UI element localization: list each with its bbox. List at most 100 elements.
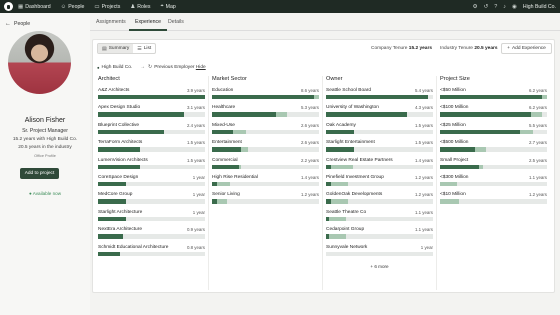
- experience-row[interactable]: LumenVision Architects 1.5 years: [98, 158, 205, 175]
- row-value: 2.7 years: [528, 140, 547, 146]
- experience-row[interactable]: Senior Living 1.2 years: [212, 192, 319, 209]
- row-label: University of Washington: [326, 105, 379, 111]
- row-label: Small Project: [440, 157, 469, 163]
- experience-row[interactable]: CoreSpace Design 1 year: [98, 175, 205, 192]
- column-heading: Owner: [326, 76, 343, 82]
- row-label: Senior Living: [212, 192, 240, 198]
- row-label: Apex Design Studio: [98, 105, 141, 111]
- bar-fill-current: [440, 164, 479, 169]
- experience-row[interactable]: Starlight Architecture 1 year: [98, 210, 205, 227]
- experience-row[interactable]: Education 8.6 years: [212, 88, 319, 105]
- experience-row[interactable]: NextEra Architecture 0.9 years: [98, 227, 205, 244]
- row-label: GoldenOak Developments: [326, 192, 383, 198]
- bar-fill-previous: [329, 234, 347, 239]
- experience-row[interactable]: GoldenOak Developments 1.2 years: [326, 192, 433, 209]
- tab-details[interactable]: Details: [168, 19, 184, 25]
- list-view-button[interactable]: ☰ List: [133, 44, 155, 53]
- experience-row[interactable]: Healthcare 5.3 years: [212, 105, 319, 122]
- experience-row[interactable]: Starlight Entertainment 1.5 years: [326, 140, 433, 157]
- experience-row[interactable]: Seattle Theatre Co 1.1 years: [326, 210, 433, 227]
- experience-row[interactable]: <$25 Million 5.5 years: [440, 123, 547, 140]
- bar-fill-previous: [440, 181, 458, 187]
- person-title: Sr. Project Manager: [22, 128, 68, 134]
- app-logo[interactable]: [4, 2, 13, 11]
- add-experience-button[interactable]: + Add Experience: [501, 43, 552, 54]
- experience-row[interactable]: Pinefield Investment Group 1.2 years: [326, 175, 433, 192]
- experience-row[interactable]: <$100 Million 6.2 years: [440, 105, 547, 122]
- add-to-project-button[interactable]: Add to project: [20, 168, 59, 179]
- bar-fill-current: [98, 112, 184, 117]
- experience-row[interactable]: A&Z Architects 3.9 years: [98, 88, 205, 105]
- nav-dashboard[interactable]: ▦ Dashboard: [18, 4, 51, 10]
- row-value: 2.6 years: [300, 140, 319, 146]
- experience-row[interactable]: Seattle School Board 5.4 years: [326, 88, 433, 105]
- row-label: Healthcare: [212, 105, 236, 111]
- column-heading: Market Sector: [212, 76, 247, 82]
- experience-row[interactable]: TerraForm Architects 1.5 years: [98, 140, 205, 157]
- experience-row[interactable]: Small Project 2.5 years: [440, 158, 547, 175]
- person-name: Alison Fisher: [24, 117, 66, 124]
- show-more-link[interactable]: + 6 more: [326, 264, 433, 269]
- nav-people[interactable]: ☺ People: [61, 4, 85, 10]
- experience-row[interactable]: <$10 Million 1.2 years: [440, 192, 547, 209]
- experience-row[interactable]: Apex Design Studio 3.1 years: [98, 105, 205, 122]
- row-value: 1.2 years: [300, 192, 319, 198]
- experience-row[interactable]: Mixed-Use 2.6 years: [212, 123, 319, 140]
- company-name[interactable]: High Build Co.: [523, 4, 556, 10]
- row-value: 2.4 years: [186, 122, 205, 128]
- row-label: <$25 Million: [440, 122, 466, 128]
- experience-row[interactable]: <$50 Million 6.2 years: [440, 88, 547, 105]
- bar-fill-previous: [313, 95, 319, 100]
- summary-view-button[interactable]: ▤ Summary: [98, 44, 134, 53]
- bar-fill-current: [326, 147, 354, 152]
- nav-map[interactable]: ⌖ Map: [161, 3, 176, 10]
- experience-row[interactable]: <$300 Million 1.1 years: [440, 175, 547, 192]
- experience-row[interactable]: Crestview Real Estate Partners 1.4 years: [326, 158, 433, 175]
- bar-fill-current: [98, 95, 205, 100]
- experience-row[interactable]: MedCore Group 1 year: [98, 192, 205, 209]
- bar-fill-current: [98, 164, 140, 169]
- refresh-icon: ↻: [148, 64, 153, 70]
- account-icon[interactable]: ◉: [512, 4, 517, 10]
- experience-row[interactable]: Entertainment 2.6 years: [212, 140, 319, 157]
- history-icon[interactable]: ↺: [484, 4, 489, 10]
- experience-row[interactable]: <$500 Million 2.7 years: [440, 140, 547, 157]
- grid-icon: ▦: [18, 3, 24, 10]
- experience-row[interactable]: High Rise Residential 1.4 years: [212, 175, 319, 192]
- experience-row[interactable]: Oak Academy 1.5 years: [326, 123, 433, 140]
- experience-row[interactable]: Schmidt Educational Architecture 0.8 year…: [98, 245, 205, 262]
- tab-experience[interactable]: Experience: [129, 19, 167, 31]
- nav-right: ⚙ ↺ ? ♪ ◉ High Build Co.: [467, 4, 560, 10]
- row-value: 5.5 years: [528, 122, 547, 128]
- hide-previous-link[interactable]: Hide: [196, 65, 206, 70]
- profile-panel: ← People Alison Fisher Sr. Project Manage…: [0, 13, 90, 315]
- experience-row[interactable]: Cedarpoint Group 1.1 years: [326, 227, 433, 244]
- row-label: Sunnyvale Network: [326, 244, 368, 250]
- bar-fill-current: [440, 147, 476, 152]
- office-profile-link[interactable]: Office Profile: [0, 154, 90, 158]
- folder-icon: ▭: [94, 3, 100, 10]
- bar-fill-current: [212, 164, 239, 169]
- notifications-icon[interactable]: ♪: [503, 4, 506, 10]
- bar-track: [212, 199, 319, 204]
- row-value: 2.6 years: [300, 122, 319, 128]
- nav-roles[interactable]: ♟ Roles: [130, 4, 150, 10]
- back-link[interactable]: ← People: [5, 21, 30, 27]
- row-value: 6.2 years: [528, 105, 547, 111]
- market-sector-column: Market Sector Education 8.6 years Healthcar…: [212, 76, 319, 210]
- bar-fill-previous: [240, 147, 249, 152]
- owner-column: Owner Seattle School Board 5.4 years Univer…: [326, 76, 433, 269]
- help-icon[interactable]: ?: [494, 4, 497, 10]
- row-value: 1 year: [192, 209, 205, 215]
- settings-icon[interactable]: ⚙: [473, 4, 478, 10]
- row-value: 5.3 years: [300, 105, 319, 111]
- experience-row[interactable]: Blueprint Collective 2.4 years: [98, 123, 205, 140]
- experience-row[interactable]: University of Washington 4.3 years: [326, 105, 433, 122]
- tab-assignments[interactable]: Assignments: [96, 19, 126, 25]
- nav-label: Roles: [137, 3, 151, 10]
- experience-row[interactable]: Sunnyvale Network 1 year: [326, 245, 433, 262]
- nav-projects[interactable]: ▭ Projects: [94, 4, 120, 10]
- company-tenure-text: 15.2 years with High Build Co.: [12, 137, 78, 142]
- bar-fill-current: [212, 147, 241, 152]
- experience-row[interactable]: Commercial 2.2 years: [212, 158, 319, 175]
